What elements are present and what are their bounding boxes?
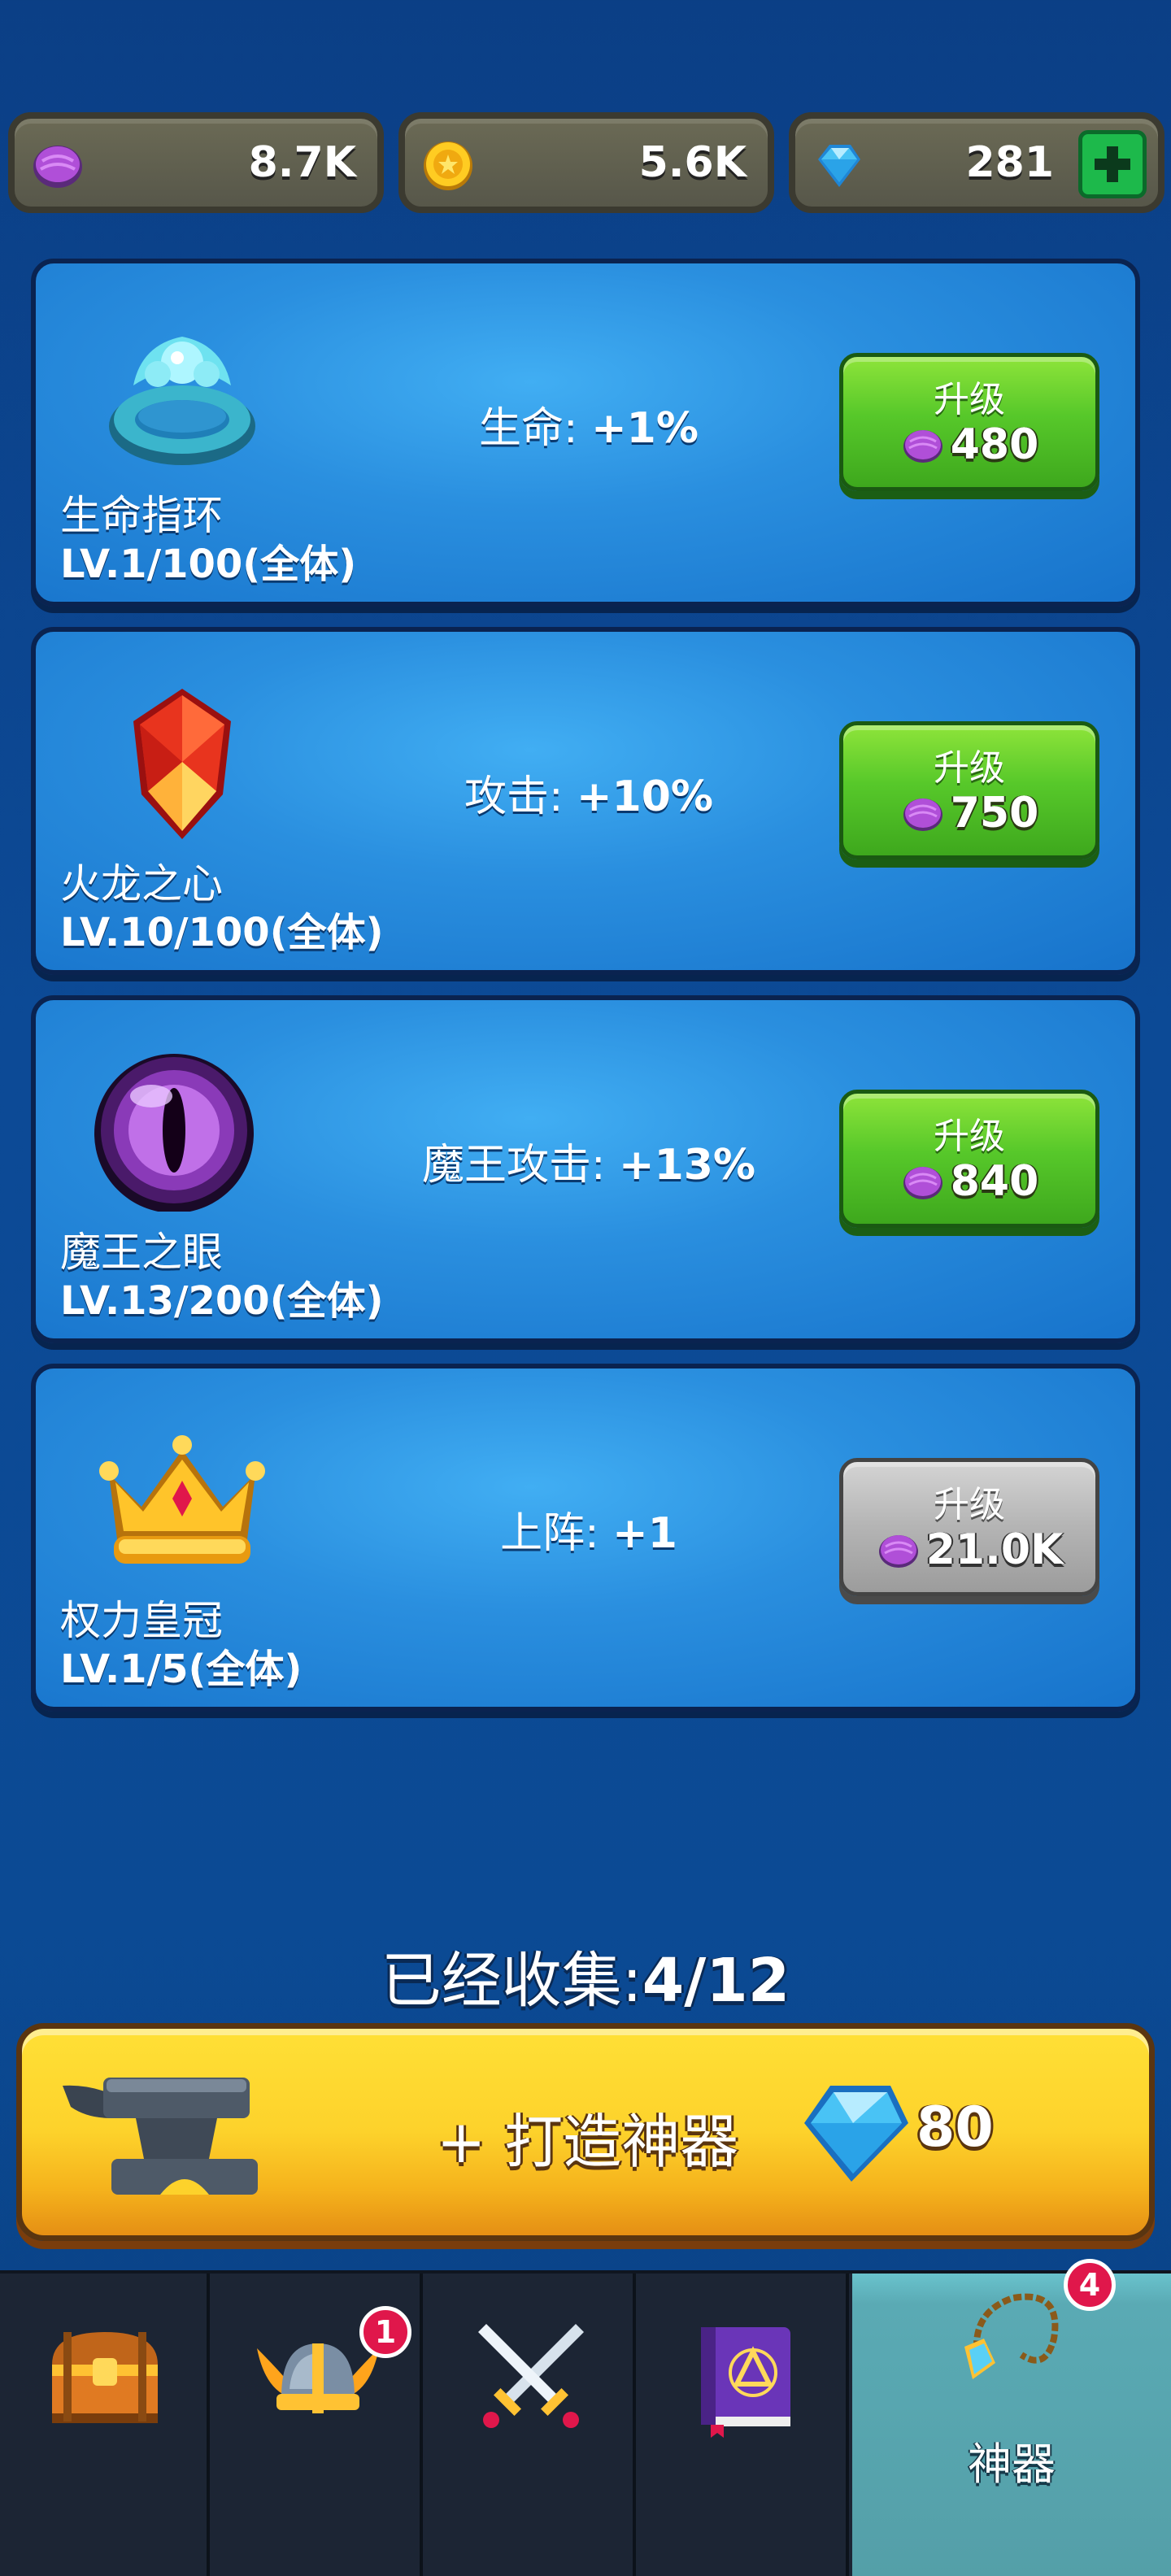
upgrade-cost: 480 (843, 420, 1095, 469)
upgrade-cost-value: 21.0K (925, 1525, 1064, 1574)
dragon-heart-icon (133, 689, 231, 839)
effect-value: +1% (591, 404, 699, 453)
upgrade-button[interactable]: 升级 480 (839, 353, 1099, 491)
nav-tab-heroes[interactable]: 1 (213, 2274, 423, 2576)
effect-value: +10% (577, 772, 714, 821)
effect-value: +1 (612, 1509, 677, 1558)
amulet-icon (964, 2293, 1059, 2379)
upgrade-cost-value: 840 (950, 1157, 1039, 1206)
coin-counter: 5.6K (398, 112, 774, 213)
notification-badge: 1 (359, 2306, 411, 2358)
anvil-icon (63, 2078, 258, 2195)
collection-label: 已经收集: (381, 1946, 642, 2016)
life-ring-icon (109, 337, 255, 465)
blue-gem-icon (818, 145, 860, 187)
blue-gem-icon (804, 2086, 908, 2182)
upgrade-button[interactable]: 升级 750 (839, 721, 1099, 859)
demon-eye-icon (94, 1054, 254, 1212)
forge-cost: 80 (916, 2095, 994, 2160)
effect-label: 上阵: (500, 1509, 599, 1558)
artifact-effect: 生命: +1% (361, 394, 816, 455)
gem-counter: 281 (789, 112, 1164, 213)
artifact-card-dragon-heart: 火龙之心 LV.10/100(全体) 攻击: +10% 升级 750 (31, 627, 1140, 975)
upgrade-button[interactable]: 升级 21.0K (839, 1458, 1099, 1596)
effect-label: 魔王攻击: (421, 1141, 606, 1190)
upgrade-cost: 840 (843, 1157, 1095, 1206)
purple-essence-icon (903, 430, 942, 463)
nav-tab-label: 神器 (968, 2439, 1056, 2490)
notification-badge: 4 (1064, 2259, 1116, 2311)
artifact-effect: 魔王攻击: +13% (361, 1130, 816, 1191)
crossed-swords-icon (478, 2324, 584, 2428)
upgrade-label: 升级 (934, 747, 1005, 789)
artifact-level: LV.1/5(全体) (60, 1647, 303, 1692)
artifact-card-crown: 权力皇冠 LV.1/5(全体) 上阵: +1 升级 21.0K (31, 1364, 1140, 1712)
essence-value: 8.7K (248, 138, 356, 187)
spellbook-icon (701, 2327, 790, 2438)
forge-artifact-button[interactable]: + 打造神器 80 (16, 2023, 1155, 2241)
upgrade-label: 升级 (934, 379, 1005, 420)
upgrade-cost: 750 (843, 789, 1095, 838)
purple-essence-icon (903, 798, 942, 831)
effect-label: 生命: (479, 404, 578, 453)
artifact-effect: 上阵: +1 (361, 1499, 816, 1560)
nav-tab-chest[interactable] (0, 2274, 210, 2576)
collection-count: 4/12 (642, 1946, 790, 2016)
essence-counter: 8.7K (8, 112, 384, 213)
crown-icon (99, 1435, 265, 1564)
effect-label: 攻击: (464, 772, 564, 821)
upgrade-cost: 21.0K (843, 1525, 1095, 1574)
artifact-level: LV.1/100(全体) (60, 542, 357, 587)
collection-progress: 已经收集:4/12 (0, 1932, 1171, 2019)
purple-essence-icon (878, 1535, 918, 1568)
purple-essence-icon (33, 146, 82, 188)
upgrade-button[interactable]: 升级 840 (839, 1090, 1099, 1228)
upgrade-cost-value: 750 (950, 789, 1039, 838)
coin-value: 5.6K (638, 138, 747, 187)
nav-tab-battle[interactable] (426, 2274, 636, 2576)
forge-label: + 打造神器 (437, 2108, 739, 2176)
nav-tab-spellbook[interactable] (639, 2274, 849, 2576)
gold-coin-icon (424, 141, 472, 190)
upgrade-label: 升级 (934, 1484, 1005, 1525)
currency-bar: 8.7K 5.6K 281 (8, 112, 1164, 213)
artifact-level: LV.10/100(全体) (60, 910, 384, 955)
nav-tab-artifacts[interactable]: 神器 4 (852, 2259, 1171, 2576)
gem-value: 281 (965, 138, 1054, 187)
artifact-level: LV.13/200(全体) (60, 1278, 384, 1324)
artifact-card-demon-eye: 魔王之眼 LV.13/200(全体) 魔王攻击: +13% 升级 840 (31, 995, 1140, 1343)
effect-value: +13% (619, 1141, 756, 1190)
artifact-effect: 攻击: +10% (361, 762, 816, 823)
bottom-nav: 1 神器 4 (0, 2259, 1171, 2576)
upgrade-cost-value: 480 (950, 420, 1039, 469)
artifact-card-life-ring: 生命指环 LV.1/100(全体) 生命: +1% 升级 480 (31, 259, 1140, 607)
upgrade-label: 升级 (934, 1116, 1005, 1157)
treasure-chest-icon (52, 2332, 158, 2423)
purple-essence-icon (903, 1167, 942, 1199)
buy-gems-button[interactable] (1078, 130, 1147, 198)
